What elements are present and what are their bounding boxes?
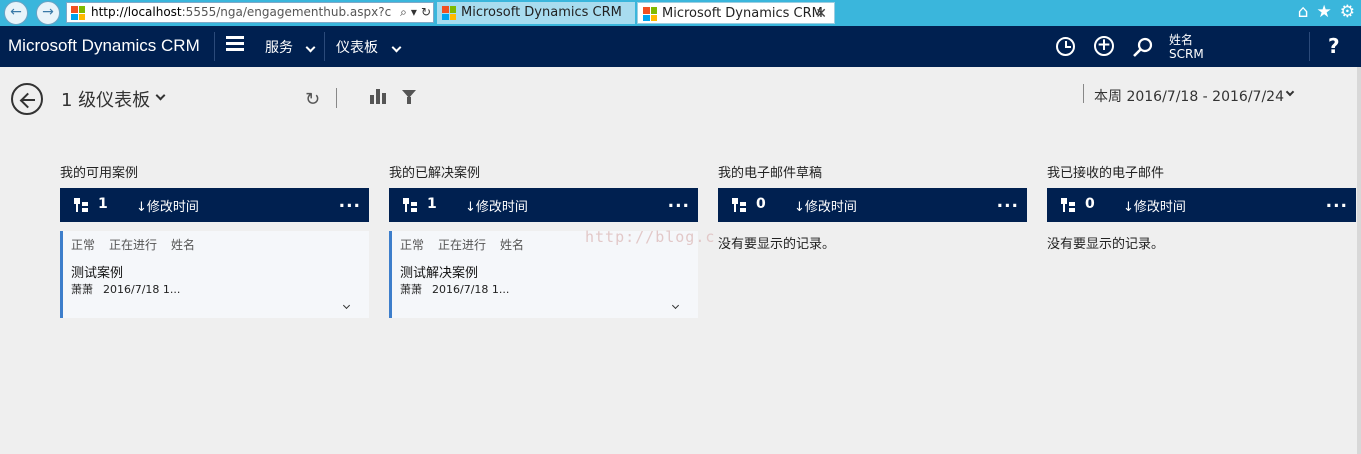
stream-title: 我的电子邮件草稿 bbox=[718, 166, 823, 181]
card-owner: 萧萧 bbox=[400, 283, 422, 296]
browser-toolbar: ← → http://localhost:5555/nga/engagement… bbox=[0, 0, 1361, 26]
tab-close-icon[interactable]: ✕ bbox=[815, 3, 827, 25]
settings-gear-icon[interactable]: ⚙ bbox=[1340, 2, 1355, 22]
stream-header: 0 ↓修改时间 ... bbox=[718, 188, 1027, 222]
favorites-star-icon[interactable]: ★ bbox=[1317, 2, 1332, 22]
record-count: 0 bbox=[1085, 196, 1095, 212]
card-date: 2016/7/18 1... bbox=[103, 283, 181, 296]
nav-item-service[interactable]: 服务 bbox=[265, 37, 293, 57]
record-count: 1 bbox=[427, 196, 437, 212]
card-title[interactable]: 测试解决案例 bbox=[400, 262, 478, 281]
refresh-page-icon[interactable]: ↻ bbox=[421, 5, 431, 19]
card-meta: 萧萧 2016/7/18 1... bbox=[71, 281, 190, 297]
date-divider bbox=[1083, 84, 1084, 103]
back-arrow-icon[interactable] bbox=[11, 83, 43, 115]
url-host: http://localhost bbox=[91, 5, 182, 19]
date-range-selector[interactable]: 本周 2016/7/18 - 2016/7/24 bbox=[1094, 86, 1284, 106]
sort-by-modified[interactable]: ↓修改时间 bbox=[1123, 196, 1186, 215]
stream-title: 我的已解决案例 bbox=[389, 166, 481, 181]
empty-message: 没有要显示的记录。 bbox=[1047, 237, 1165, 252]
record-count-icon bbox=[732, 198, 746, 212]
stream-title: 我已接收的电子邮件 bbox=[1047, 166, 1165, 181]
crm-nav-bar: Microsoft Dynamics CRM 服务 仪表板 + 姓名 SCRM … bbox=[0, 26, 1361, 67]
record-count: 1 bbox=[98, 196, 108, 212]
record-count-icon bbox=[403, 198, 417, 212]
browser-tab-1[interactable]: Microsoft Dynamics CRM bbox=[437, 2, 635, 24]
address-bar[interactable]: http://localhost:5555/nga/engagementhub.… bbox=[66, 2, 434, 23]
hamburger-menu-icon[interactable] bbox=[226, 36, 244, 54]
recent-clock-icon[interactable] bbox=[1056, 37, 1075, 56]
filter-icon[interactable] bbox=[402, 90, 416, 104]
nav-divider bbox=[324, 32, 325, 61]
browser-back-button[interactable]: ← bbox=[4, 1, 28, 25]
chevron-down-icon[interactable] bbox=[305, 40, 316, 55]
search-icon[interactable] bbox=[1132, 36, 1154, 58]
address-dropdown-icon[interactable]: ▾ bbox=[411, 5, 417, 19]
stream-title: 我的可用案例 bbox=[60, 166, 139, 181]
dashboard-title[interactable]: 1 级仪表板 bbox=[61, 86, 150, 112]
home-icon[interactable]: ⌂ bbox=[1298, 2, 1309, 22]
tab-favicon-icon bbox=[643, 7, 657, 21]
list-item[interactable]: 正常 正在进行 姓名 测试案例 萧萧 2016/7/18 1... bbox=[60, 231, 369, 318]
nav-divider bbox=[1309, 32, 1310, 61]
expand-chevron-icon[interactable] bbox=[342, 301, 351, 310]
record-count-icon bbox=[74, 198, 88, 212]
record-count: 0 bbox=[756, 196, 766, 212]
chart-icon[interactable] bbox=[370, 89, 387, 104]
quick-create-plus-icon[interactable]: + bbox=[1094, 36, 1114, 56]
card-tag: 正常 bbox=[400, 238, 425, 252]
card-date: 2016/7/18 1... bbox=[432, 283, 510, 296]
app-brand[interactable]: Microsoft Dynamics CRM bbox=[8, 36, 200, 56]
card-tag: 正常 bbox=[71, 238, 96, 252]
card-tags: 正常 正在进行 姓名 bbox=[71, 236, 209, 253]
card-tag: 正在进行 bbox=[438, 238, 487, 252]
user-name[interactable]: 姓名 bbox=[1169, 31, 1193, 48]
expand-chevron-icon[interactable] bbox=[671, 301, 680, 310]
command-divider bbox=[336, 88, 337, 108]
more-options-icon[interactable]: ... bbox=[1326, 192, 1348, 212]
card-title[interactable]: 测试案例 bbox=[71, 262, 123, 281]
sort-by-modified[interactable]: ↓修改时间 bbox=[136, 196, 199, 215]
card-tags: 正常 正在进行 姓名 bbox=[400, 236, 538, 253]
blog-watermark: http://blog.c bbox=[585, 228, 716, 246]
browser-tab-2[interactable]: Microsoft Dynamics CRM ✕ bbox=[637, 2, 835, 24]
more-options-icon[interactable]: ... bbox=[339, 192, 361, 212]
card-meta: 萧萧 2016/7/18 1... bbox=[400, 281, 519, 297]
sort-by-modified[interactable]: ↓修改时间 bbox=[465, 196, 528, 215]
page-scrollbar[interactable] bbox=[1357, 67, 1361, 454]
stream-my-received-emails: 我已接收的电子邮件 0 ↓修改时间 ... 没有要显示的记录。 bbox=[1047, 166, 1356, 252]
stream-header: 0 ↓修改时间 ... bbox=[1047, 188, 1356, 222]
tab-title: Microsoft Dynamics CRM bbox=[662, 6, 823, 21]
stream-my-active-cases: 我的可用案例 1 ↓修改时间 ... 正常 正在进行 姓名 测试案例 萧萧 2016/… bbox=[60, 166, 369, 318]
site-favicon-icon bbox=[71, 6, 85, 20]
more-options-icon[interactable]: ... bbox=[997, 192, 1019, 212]
date-range-chevron-icon[interactable] bbox=[1285, 87, 1295, 97]
stream-header: 1 ↓修改时间 ... bbox=[389, 188, 698, 222]
tab-title: Microsoft Dynamics CRM bbox=[461, 5, 622, 20]
empty-message: 没有要显示的记录。 bbox=[718, 237, 836, 252]
card-tag: 正在进行 bbox=[109, 238, 158, 252]
record-count-icon bbox=[1061, 198, 1075, 212]
user-organization[interactable]: SCRM bbox=[1169, 47, 1204, 61]
dashboard-selector-chevron-icon[interactable] bbox=[155, 90, 166, 101]
card-owner: 萧萧 bbox=[71, 283, 93, 296]
url-path: :5555/nga/engagementhub.aspx?c bbox=[181, 5, 392, 19]
chevron-down-icon[interactable] bbox=[391, 40, 402, 55]
stream-my-email-drafts: 我的电子邮件草稿 0 ↓修改时间 ... 没有要显示的记录。 bbox=[718, 166, 1027, 252]
address-actions: ⌕ ▾ ↻ bbox=[393, 3, 431, 22]
card-tag: 姓名 bbox=[171, 238, 196, 252]
help-icon[interactable]: ? bbox=[1328, 34, 1340, 58]
browser-forward-button[interactable]: → bbox=[36, 1, 60, 25]
card-tag: 姓名 bbox=[500, 238, 525, 252]
browser-toolbar-icons: ⌂ ★ ⚙ bbox=[1290, 2, 1355, 22]
nav-divider bbox=[214, 32, 215, 61]
stream-header: 1 ↓修改时间 ... bbox=[60, 188, 369, 222]
nav-item-dashboards[interactable]: 仪表板 bbox=[336, 37, 378, 57]
tab-favicon-icon bbox=[442, 6, 456, 20]
sort-by-modified[interactable]: ↓修改时间 bbox=[794, 196, 857, 215]
more-options-icon[interactable]: ... bbox=[668, 192, 690, 212]
refresh-icon[interactable]: ↻ bbox=[305, 89, 320, 110]
address-search-icon[interactable]: ⌕ bbox=[400, 5, 407, 19]
